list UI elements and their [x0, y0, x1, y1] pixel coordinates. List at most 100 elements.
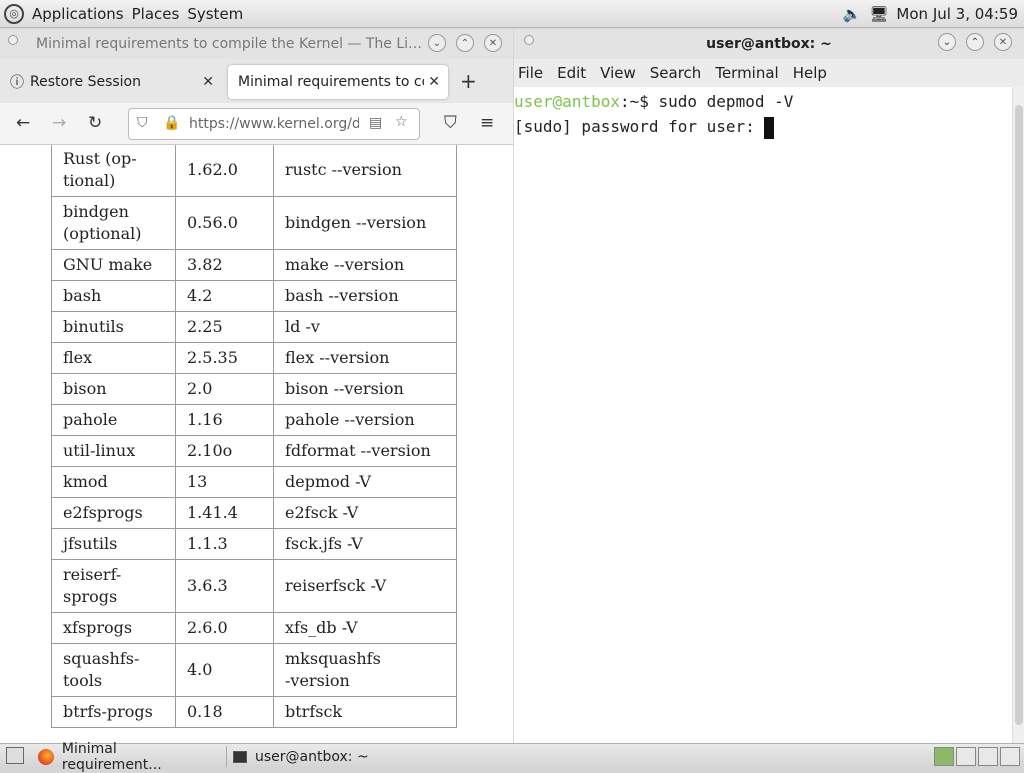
places-menu[interactable]: Places [132, 5, 180, 23]
command-cell: pahole --version [273, 404, 457, 436]
terminal-titlebar[interactable]: user@antbox: ~ ⌄ ⌃ ✕ [514, 29, 1024, 59]
terminal-scrollbar[interactable] [1012, 87, 1024, 743]
menu-terminal[interactable]: Terminal [715, 64, 778, 82]
bookmark-star-icon[interactable]: ☆ [395, 114, 408, 130]
show-desktop-icon[interactable] [6, 747, 24, 764]
program-cell: binutils [51, 311, 176, 343]
table-row: squashfs- tools 4.0 mksquashfs -version [51, 643, 457, 697]
forward-icon[interactable]: → [52, 113, 66, 133]
version-cell: 0.18 [175, 696, 274, 728]
prompt-user: user@antbox [514, 92, 620, 111]
command-text: sudo depmod -V [658, 92, 794, 111]
version-cell: 2.5.35 [175, 342, 274, 374]
menu-help[interactable]: Help [793, 64, 827, 82]
workspace-4[interactable] [1000, 747, 1020, 766]
close-window-icon[interactable]: ✕ [994, 33, 1012, 51]
network-icon[interactable]: 🖥 [869, 5, 888, 23]
command-cell: xfs_db -V [273, 612, 457, 644]
lock-icon[interactable]: 🔒 [163, 115, 180, 131]
volume-icon[interactable]: 🔈 [843, 5, 862, 23]
clock[interactable]: Mon Jul 3, 04:59 [896, 5, 1018, 23]
top-panel: ◎ Applications Places System 🔈 🖥 Mon Jul… [0, 0, 1024, 28]
reload-icon[interactable]: ↻ [88, 113, 102, 133]
version-cell: 0.56.0 [175, 196, 274, 250]
password-prompt: [sudo] password for user: [514, 117, 765, 136]
program-cell: bindgen (optional) [51, 196, 176, 250]
taskbar-item-firefox[interactable]: Minimal requirement... [34, 741, 220, 773]
program-cell: pahole [51, 404, 176, 436]
firefox-titlebar[interactable]: Minimal requirements to compile the Kern… [0, 29, 513, 59]
command-cell: ld -v [273, 311, 457, 343]
close-tab-icon[interactable]: ✕ [202, 74, 214, 90]
info-icon: ⓘ [10, 75, 24, 91]
window-menu-icon[interactable] [8, 35, 18, 45]
navigation-toolbar: ← → ↻ ⛉ 🔒 https://www.kernel.org/doc/htm… [0, 103, 513, 145]
menu-edit[interactable]: Edit [557, 64, 586, 82]
close-window-icon[interactable]: ✕ [484, 34, 502, 52]
version-cell: 1.16 [175, 404, 274, 436]
workspace-1[interactable] [934, 747, 954, 766]
close-tab-icon[interactable]: ✕ [428, 74, 440, 90]
program-cell: flex [51, 342, 176, 374]
terminal-output[interactable]: user@antbox:~$ sudo depmod -V [sudo] pas… [514, 87, 1012, 743]
version-cell: 3.82 [175, 249, 274, 281]
table-row: bindgen (optional) 0.56.0 bindgen --versio… [51, 196, 457, 250]
text-cursor [764, 116, 775, 139]
maximize-icon[interactable]: ⌃ [966, 33, 984, 51]
back-icon[interactable]: ← [16, 113, 30, 133]
pocket-icon[interactable]: ⛉ [444, 113, 457, 133]
table-row: flex 2.5.35 flex --version [51, 342, 457, 374]
tab-restore-session[interactable]: ⓘ Restore Session ✕ [0, 65, 222, 99]
version-cell: 1.1.3 [175, 528, 274, 560]
hamburger-menu-icon[interactable]: ≡ [480, 113, 494, 133]
program-cell: xfsprogs [51, 612, 176, 644]
terminal-window: user@antbox: ~ ⌄ ⌃ ✕ File Edit View Sear… [514, 29, 1024, 743]
maximize-icon[interactable]: ⌃ [456, 34, 474, 52]
url-bar[interactable]: ⛉ 🔒 https://www.kernel.org/doc/html/late… [128, 108, 420, 140]
command-cell: fdformat --version [273, 435, 457, 467]
menu-file[interactable]: File [518, 64, 543, 82]
version-cell: 3.6.3 [175, 559, 274, 613]
distro-logo-icon[interactable]: ◎ [4, 3, 24, 24]
minimize-icon[interactable]: ⌄ [938, 33, 956, 51]
version-cell: 13 [175, 466, 274, 498]
shield-icon[interactable]: ⛉ [137, 115, 148, 131]
tab-label: Minimal requirements to compile the Kern… [238, 74, 424, 90]
command-cell: depmod -V [273, 466, 457, 498]
taskbar-item-terminal[interactable]: user@antbox: ~ [226, 746, 416, 767]
workspace-3[interactable] [978, 747, 998, 766]
program-cell: reiserf- sprogs [51, 559, 176, 613]
url-text[interactable]: https://www.kernel.org/doc/html/latest/p… [189, 116, 359, 132]
taskbar-label: user@antbox: ~ [255, 748, 369, 765]
version-cell: 4.2 [175, 280, 274, 312]
command-cell: mksquashfs -version [273, 643, 457, 697]
command-cell: bindgen --version [273, 196, 457, 250]
program-cell: e2fsprogs [51, 497, 176, 529]
menu-view[interactable]: View [600, 64, 636, 82]
table-row: jfsutils 1.1.3 fsck.jfs -V [51, 528, 457, 560]
tab-label: Restore Session [30, 74, 141, 90]
program-cell: btrfs-progs [51, 696, 176, 728]
program-cell: util-linux [51, 435, 176, 467]
command-cell: btrfsck [273, 696, 457, 728]
program-cell: jfsutils [51, 528, 176, 560]
reader-view-icon[interactable]: ▤ [369, 115, 382, 131]
menu-search[interactable]: Search [650, 64, 702, 82]
minimize-icon[interactable]: ⌄ [428, 34, 446, 52]
firefox-window-title: Minimal requirements to compile the Kern… [36, 36, 426, 52]
workspace-switcher [934, 747, 1020, 766]
version-cell: 2.6.0 [175, 612, 274, 644]
terminal-icon [233, 750, 247, 763]
bottom-panel: Minimal requirement... user@antbox: ~ [0, 741, 1024, 773]
command-cell: fsck.jfs -V [273, 528, 457, 560]
workspace-2[interactable] [956, 747, 976, 766]
tab-kernel-requirements[interactable]: Minimal requirements to compile the Kern… [228, 65, 448, 99]
system-tray: 🔈 🖥 Mon Jul 3, 04:59 [843, 0, 1018, 28]
system-menu[interactable]: System [187, 5, 243, 23]
applications-menu[interactable]: Applications [32, 5, 124, 23]
new-tab-icon[interactable]: + [460, 69, 477, 93]
terminal-line-1: user@antbox:~$ sudo depmod -V [514, 89, 1012, 114]
scrollbar-thumb[interactable] [1015, 105, 1023, 725]
program-cell: bison [51, 373, 176, 405]
window-menu-icon[interactable] [524, 35, 534, 45]
